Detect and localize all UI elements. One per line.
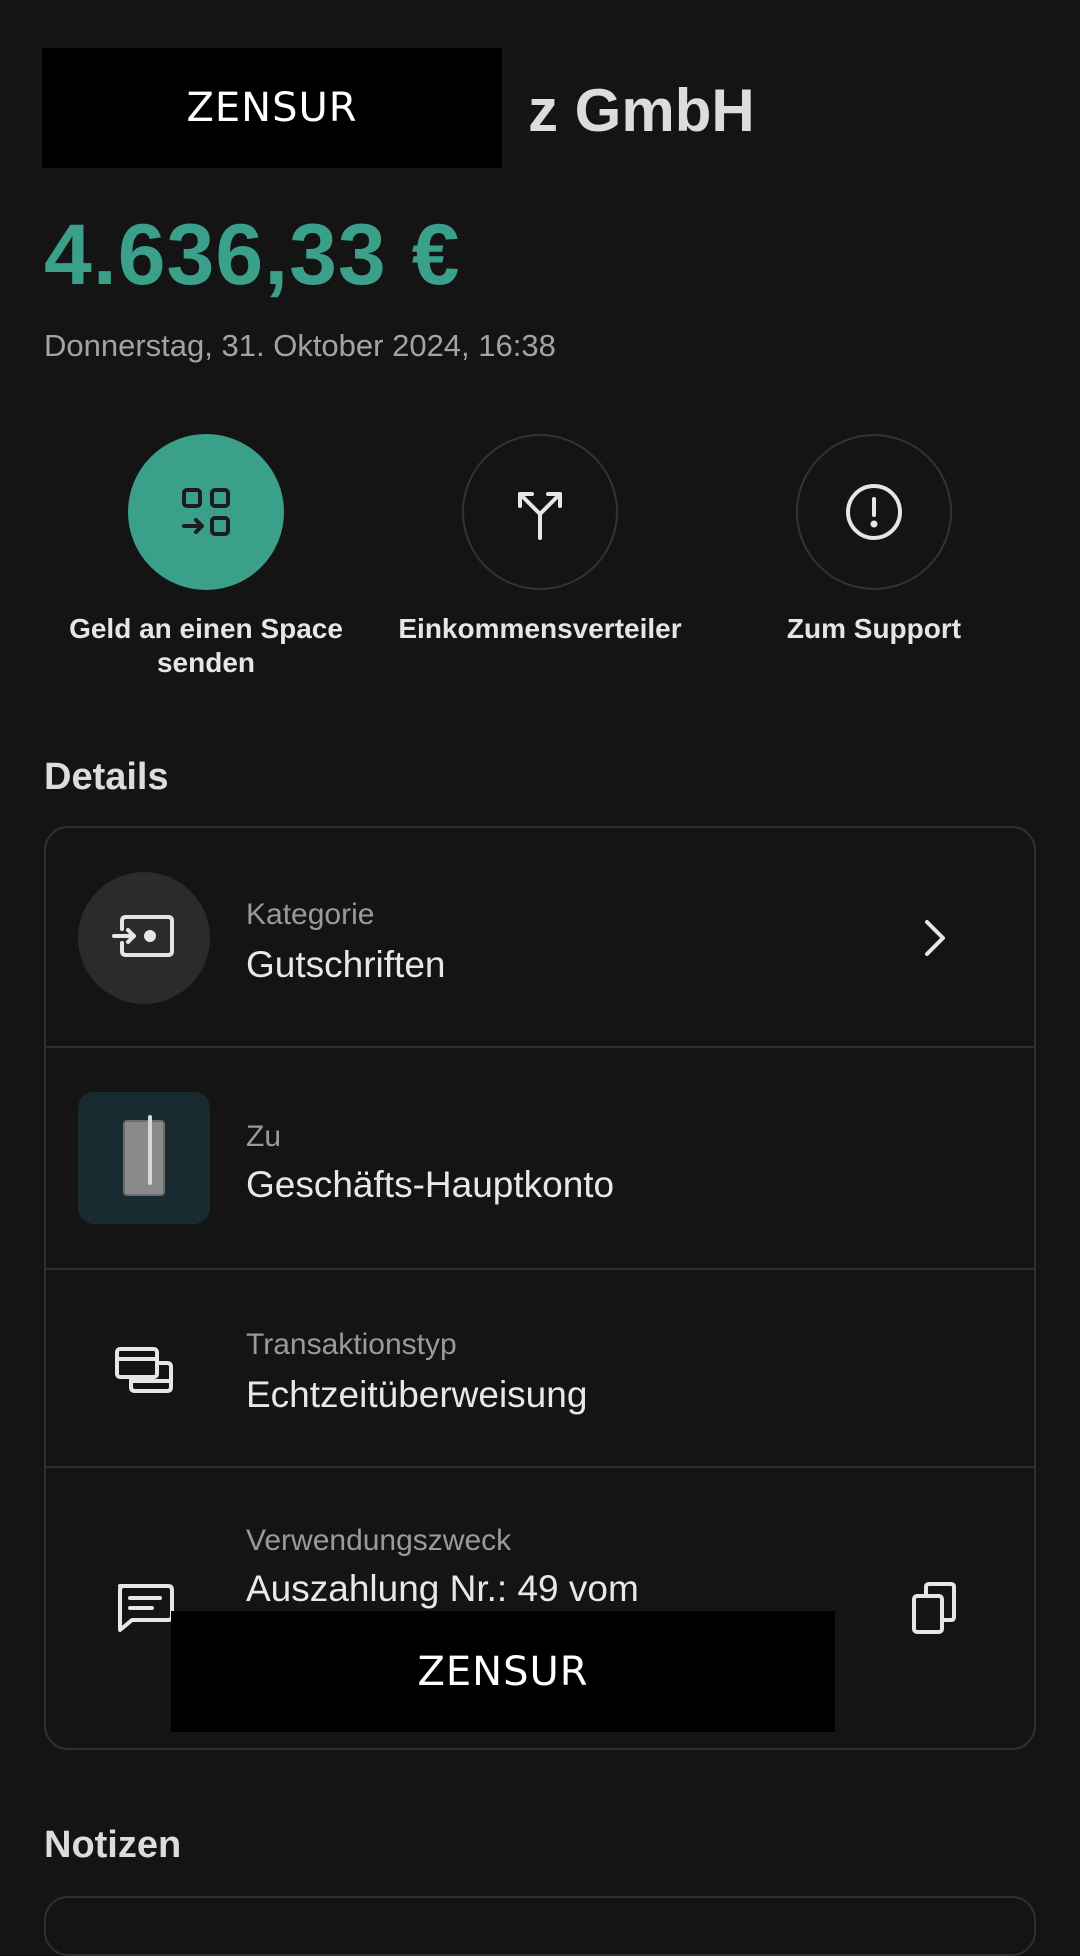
space-transfer-icon (182, 488, 230, 536)
copy-icon[interactable] (910, 1580, 958, 1636)
chevron-right-icon[interactable] (922, 918, 948, 958)
message-icon (118, 1584, 174, 1632)
transaction-type-label: Transaktionstyp (246, 1328, 457, 1361)
transaction-datetime: Donnerstag, 31. Oktober 2024, 16:38 (44, 328, 556, 363)
reference-label: Verwendungszweck (246, 1524, 512, 1557)
category-icon-wrap (78, 872, 210, 1004)
account-card-icon (123, 1115, 165, 1196)
income-splitter-button[interactable] (462, 434, 618, 590)
notes-title: Notizen (44, 1824, 182, 1866)
detail-row-category[interactable]: Kategorie Gutschriften (46, 828, 1034, 1048)
category-value: Gutschriften (246, 944, 446, 985)
transaction-amount: 4.636,33 € (44, 207, 461, 303)
action-income-splitter[interactable]: Einkommensverteiler (390, 434, 690, 646)
send-to-space-button[interactable] (128, 434, 284, 590)
action-support[interactable]: Zum Support (724, 434, 1024, 646)
to-value: Geschäfts-Hauptkonto (246, 1164, 615, 1205)
censor-overlay-merchant: ZENSUR (42, 48, 502, 168)
send-to-space-label: Geld an einen Space senden (69, 613, 343, 678)
alert-circle-icon (846, 484, 902, 540)
support-button[interactable] (796, 434, 952, 590)
split-arrows-icon (518, 492, 562, 540)
to-label: Zu (246, 1120, 282, 1153)
detail-row-to: Zu Geschäfts-Hauptkonto (46, 1048, 1034, 1270)
reference-value: Auszahlung Nr.: 49 vom (246, 1568, 639, 1609)
category-label: Kategorie (246, 898, 375, 931)
censor-overlay-reference: ZENSUR (171, 1611, 835, 1732)
income-splitter-label: Einkommensverteiler (398, 613, 682, 644)
details-title: Details (44, 756, 169, 798)
notes-input[interactable] (44, 1896, 1036, 1956)
transfer-type-icon (115, 1347, 173, 1393)
action-send-to-space[interactable]: Geld an einen Space senden (56, 434, 356, 680)
transaction-type-value: Echtzeitüberweisung (246, 1374, 588, 1415)
support-label: Zum Support (786, 613, 962, 644)
transaction-type-icon-wrap (78, 1304, 210, 1436)
account-icon-wrap (78, 1092, 210, 1224)
income-icon (112, 915, 174, 957)
detail-row-transaction-type: Transaktionstyp Echtzeitüberweisung (46, 1270, 1034, 1468)
